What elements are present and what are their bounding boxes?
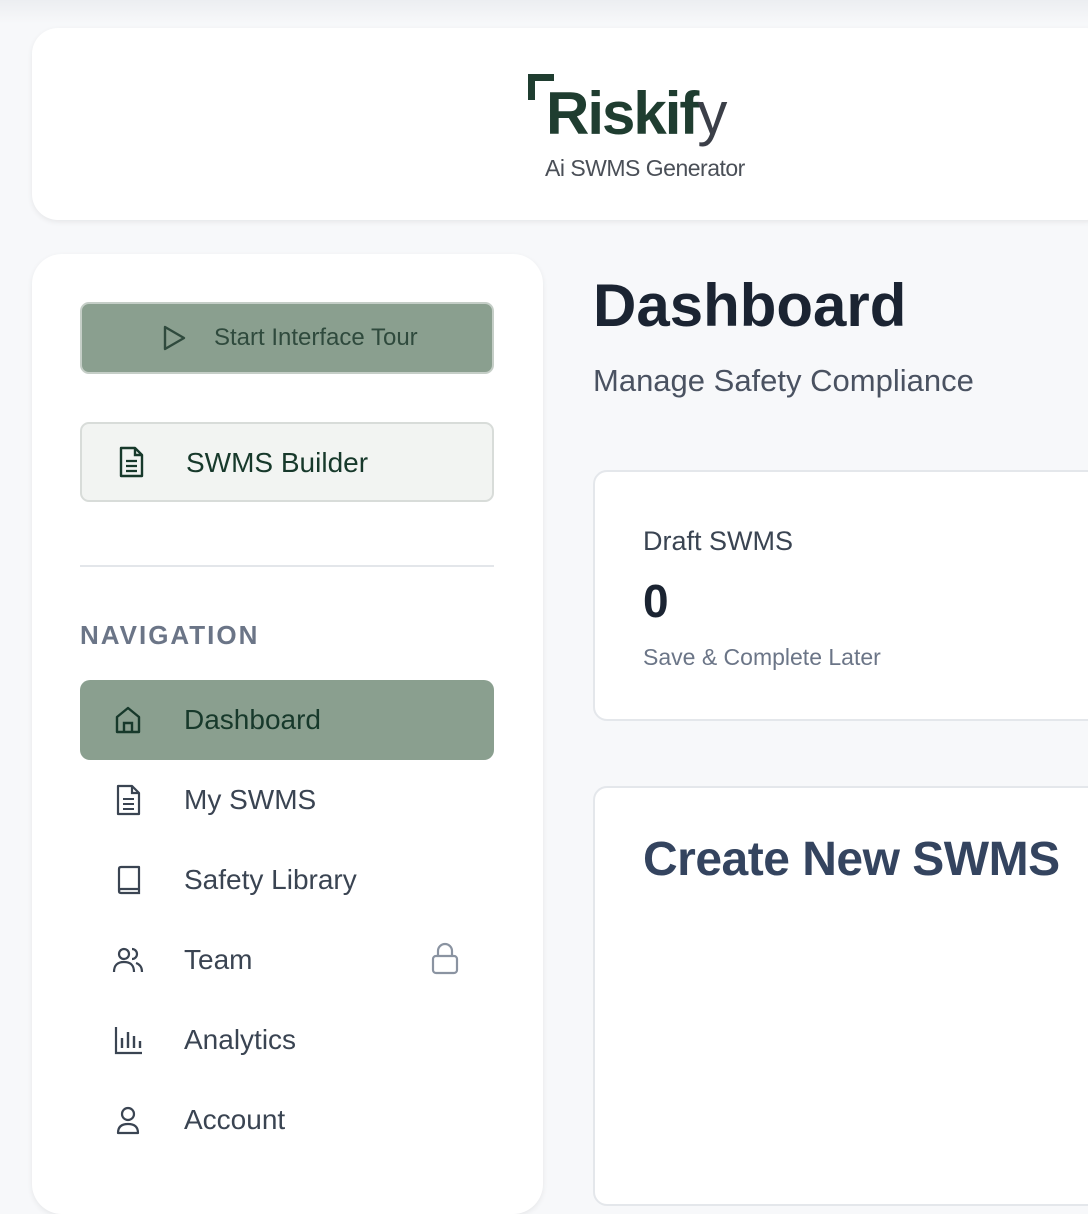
- stat-subtext: Save & Complete Later: [643, 644, 881, 670]
- top-bar-shadow: [0, 0, 1088, 24]
- start-tour-button[interactable]: Start Interface Tour: [80, 302, 494, 374]
- stat-value: 0: [643, 575, 669, 627]
- sidebar-item-label: Analytics: [184, 1024, 297, 1055]
- stat-label: Draft SWMS: [643, 526, 794, 556]
- sidebar-item-label: Dashboard: [184, 704, 321, 735]
- create-swms-card: Create New SWMS: [593, 786, 1088, 1206]
- sidebar-item-safety-library[interactable]: Safety Library: [80, 840, 494, 920]
- sidebar-item-my-swms[interactable]: My SWMS: [80, 760, 494, 840]
- sidebar-item-label: My SWMS: [184, 784, 317, 815]
- sidebar-item-label: Safety Library: [184, 864, 357, 895]
- create-swms-title: Create New SWMS: [643, 833, 1060, 886]
- logo-wordmark: Riskify: [546, 78, 727, 150]
- document-icon: [112, 784, 144, 816]
- start-tour-label: Start Interface Tour: [214, 324, 418, 351]
- header-card: Riskify Ai SWMS Generator: [32, 28, 1088, 220]
- page-title: Dashboard: [593, 272, 907, 339]
- logo-wordmark-tail: y: [697, 80, 727, 147]
- logo-wordmark-main: Riskif: [546, 80, 699, 147]
- play-icon: [160, 324, 188, 352]
- user-icon: [112, 1104, 144, 1136]
- swms-builder-label: SWMS Builder: [186, 447, 369, 478]
- swms-builder-button[interactable]: SWMS Builder: [80, 422, 494, 502]
- document-icon: [116, 446, 146, 478]
- users-icon: [112, 944, 144, 976]
- sidebar-item-analytics[interactable]: Analytics: [80, 1000, 494, 1080]
- bar-chart-icon: [112, 1024, 144, 1056]
- sidebar-item-dashboard[interactable]: Dashboard: [80, 680, 494, 760]
- logo-tagline: Ai SWMS Generator: [545, 155, 745, 181]
- sidebar-item-team[interactable]: Team: [80, 920, 494, 1000]
- sidebar-item-label: Team: [184, 944, 253, 975]
- home-icon: [112, 704, 144, 736]
- sidebar-item-label: Account: [184, 1104, 286, 1135]
- page-subtitle: Manage Safety Compliance: [593, 363, 974, 398]
- sidebar: Start Interface Tour SWMS Builder NAVIGA…: [32, 254, 543, 1214]
- lock-icon: [430, 942, 460, 976]
- sidebar-divider: [80, 565, 494, 567]
- nav-heading: NAVIGATION: [80, 620, 260, 650]
- draft-swms-card[interactable]: Draft SWMS 0 Save & Complete Later: [593, 470, 1088, 721]
- book-icon: [112, 864, 144, 896]
- brand-logo[interactable]: Riskify Ai SWMS Generator: [528, 70, 768, 190]
- sidebar-item-account[interactable]: Account: [80, 1080, 494, 1160]
